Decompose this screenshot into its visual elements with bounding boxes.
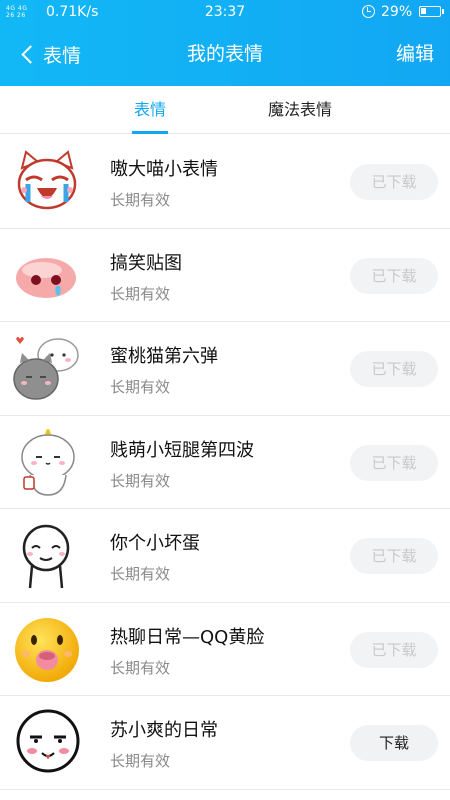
item-name: 蜜桃猫第六弹: [110, 346, 218, 367]
tab-magic-stickers[interactable]: 魔法表情: [264, 86, 336, 134]
tab-magic-stickers-label: 魔法表情: [267, 100, 332, 119]
list-item[interactable]: 苏小爽的日常 长期有效 下载: [0, 696, 450, 790]
tab-active-indicator: [132, 131, 168, 134]
item-name: 苏小爽的日常: [110, 720, 218, 741]
download-button[interactable]: 下载: [350, 725, 438, 761]
top-bar: 4G 4G 26 26 0.71K/s 23:37 29% 表情 我的表情 编辑: [0, 0, 450, 86]
item-name: 嗷大喵小表情: [110, 159, 218, 180]
battery-icon: [419, 6, 444, 17]
qq-yellow-face-icon: [12, 614, 82, 684]
list-item[interactable]: 嗷大喵小表情 长期有效 已下载: [0, 135, 450, 229]
crying-cat-icon: [12, 146, 82, 216]
page-title: 我的表情: [186, 43, 263, 65]
list-item[interactable]: 热聊日常—QQ黄脸 长期有效 已下载: [0, 603, 450, 696]
item-validity: 长期有效: [110, 284, 171, 303]
item-validity: 长期有效: [110, 565, 171, 583]
item-name: 你个小坏蛋: [110, 533, 200, 554]
item-validity: 长期有效: [110, 191, 171, 209]
white-face-icon: [12, 707, 82, 777]
battery-fill: [421, 8, 426, 14]
list-item[interactable]: 你个小坏蛋 长期有效 已下载: [0, 509, 450, 603]
edit-button[interactable]: 编辑: [396, 38, 434, 70]
pink-blob-icon: [12, 240, 82, 310]
tab-bar: 表情 魔法表情: [0, 86, 450, 134]
item-validity: 长期有效: [110, 471, 171, 490]
downloaded-button: 已下载: [350, 444, 438, 481]
downloaded-button: 已下载: [350, 538, 438, 574]
item-validity: 长期有效: [110, 658, 171, 677]
downloaded-button: 已下载: [350, 257, 438, 294]
downloaded-button: 已下载: [350, 351, 438, 387]
list-item[interactable]: 搞笑贴图 长期有效 已下载: [0, 229, 450, 322]
item-validity: 长期有效: [110, 752, 171, 770]
status-bar: 4G 4G 26 26 0.71K/s 23:37 29%: [0, 0, 450, 24]
tab-stickers-label: 表情: [133, 100, 166, 119]
downloaded-button: 已下载: [350, 164, 438, 200]
item-validity: 长期有效: [110, 378, 171, 396]
item-name: 热聊日常—QQ黄脸: [110, 626, 265, 648]
item-name: 贱萌小短腿第四波: [110, 439, 254, 461]
chubby-character-icon: [12, 427, 82, 497]
smirk-face-icon: [12, 520, 82, 590]
battery-percent: 29%: [381, 4, 413, 20]
list-item[interactable]: 蜜桃猫第六弹 长期有效 已下载: [0, 322, 450, 416]
item-name: 搞笑贴图: [110, 252, 182, 274]
downloaded-button: 已下载: [350, 631, 438, 668]
list-item[interactable]: 贱萌小短腿第四波 长期有效 已下载: [0, 416, 450, 509]
alarm-icon: [362, 5, 375, 18]
sticker-list: 嗷大喵小表情 长期有效 已下载 搞笑贴图 长期有效 已下载 蜜桃猫第六弹 长期有…: [0, 135, 450, 790]
tab-stickers[interactable]: 表情: [132, 86, 168, 134]
peach-cats-icon: [12, 333, 82, 403]
